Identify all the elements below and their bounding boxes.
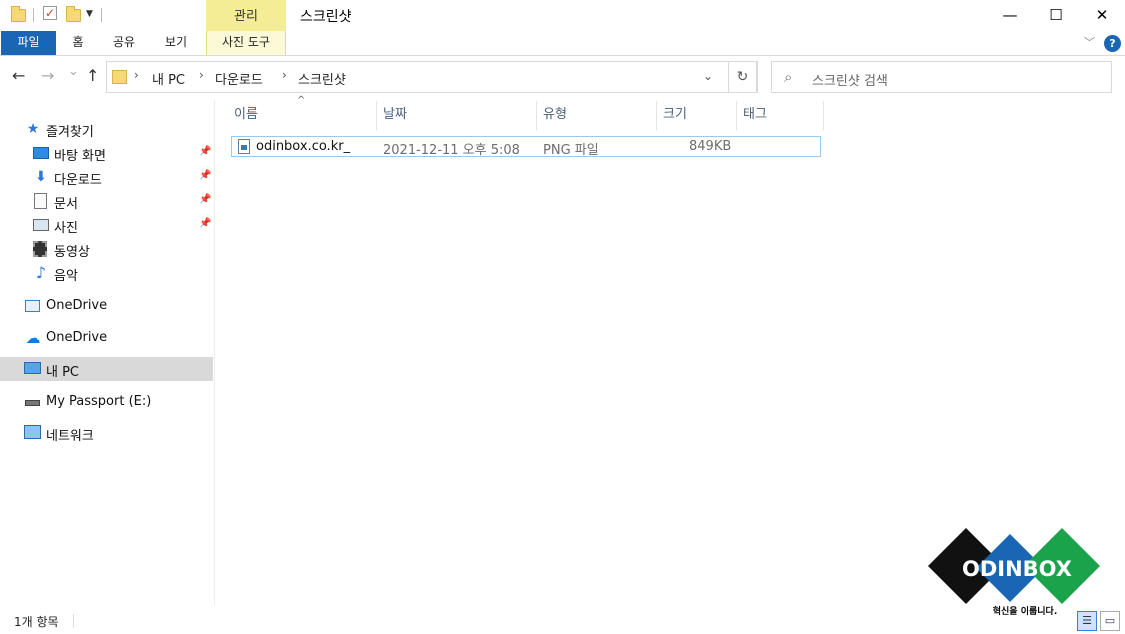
- sidebar-item-downloads[interactable]: ⬇ 다운로드 📌: [0, 165, 213, 189]
- up-icon[interactable]: ↑: [86, 66, 99, 85]
- tab-home[interactable]: 홈: [64, 31, 92, 55]
- sidebar-item-videos[interactable]: 동영상: [0, 237, 213, 261]
- ribbon-tabs: 파일 홈 공유 보기 사진 도구 ﹀ ?: [0, 31, 1125, 56]
- new-folder-icon[interactable]: [66, 6, 81, 22]
- address-bar[interactable]: › 내 PC › 다운로드 › 스크린샷 ⌄: [106, 61, 758, 93]
- sidebar-item-label: OneDrive: [46, 330, 108, 345]
- ribbon-expand-icon[interactable]: ﹀: [1084, 34, 1095, 50]
- video-icon: [33, 241, 47, 257]
- column-header-name[interactable]: 이름: [228, 101, 377, 130]
- details-view-icon[interactable]: ☰: [1077, 611, 1097, 631]
- network-icon: [24, 425, 41, 439]
- pin-icon[interactable]: 📌: [199, 194, 211, 205]
- onedrive-icon: [25, 300, 40, 312]
- sidebar-item-label: 음악: [54, 269, 78, 284]
- help-icon[interactable]: ?: [1104, 35, 1121, 52]
- sidebar-item-desktop[interactable]: 바탕 화면 📌: [0, 141, 213, 165]
- search-icon: ⌕: [784, 68, 793, 86]
- file-name: odinbox.co.kr_: [256, 139, 351, 154]
- window-title: 스크린샷: [300, 9, 352, 25]
- file-date: 2021-12-11 오후 5:08: [383, 143, 520, 158]
- logo-brand-text: ODINBOX: [962, 557, 1072, 581]
- chevron-down-icon[interactable]: ⌄: [703, 69, 713, 83]
- document-icon: [34, 193, 47, 209]
- sidebar-item-label: 바탕 화면: [54, 149, 106, 164]
- sidebar-item-quick-access[interactable]: ★ 즐겨찾기: [0, 117, 213, 141]
- folder-icon[interactable]: [11, 6, 26, 22]
- title-bar: ✓ ▼ 관리 스크린샷 — ☐ ✕: [0, 0, 1125, 32]
- chevron-right-icon[interactable]: ›: [134, 68, 139, 82]
- sidebar-item-label: OneDrive: [46, 298, 108, 313]
- image-file-icon: [238, 139, 250, 154]
- search-box[interactable]: ⌕ 스크린샷 검색: [771, 61, 1112, 93]
- breadcrumb-screenshots[interactable]: 스크린샷: [298, 69, 346, 88]
- sidebar-item-this-pc[interactable]: 내 PC: [0, 357, 213, 381]
- desktop-icon: [33, 147, 49, 159]
- cloud-icon: ☁: [25, 329, 41, 347]
- logo-tagline-text: 혁신을 이룹니다.: [993, 605, 1058, 617]
- column-header-type[interactable]: 유형: [537, 101, 657, 130]
- customize-toolbar-icon[interactable]: ▼: [86, 9, 93, 19]
- pin-icon[interactable]: 📌: [199, 218, 211, 229]
- picture-icon: [33, 219, 49, 231]
- sidebar-item-label: 즐겨찾기: [46, 125, 94, 140]
- chevron-right-icon[interactable]: ›: [199, 68, 204, 82]
- sidebar-item-onedrive-personal[interactable]: OneDrive: [0, 294, 213, 318]
- sidebar-item-label: 내 PC: [46, 365, 80, 380]
- tab-picture-tools[interactable]: 사진 도구: [206, 31, 286, 55]
- tab-view[interactable]: 보기: [158, 31, 194, 55]
- sidebar-item-label: 네트워크: [46, 429, 94, 444]
- recent-locations-icon[interactable]: ⌄: [68, 64, 79, 79]
- chevron-right-icon[interactable]: ›: [282, 68, 287, 82]
- file-row[interactable]: odinbox.co.kr_ 2021-12-11 오후 5:08 PNG 파일…: [231, 136, 821, 158]
- sidebar-item-label: 사진: [54, 221, 78, 236]
- sidebar-item-documents[interactable]: 문서 📌: [0, 189, 213, 213]
- file-type: PNG 파일: [543, 143, 599, 158]
- minimize-button[interactable]: —: [987, 0, 1033, 32]
- tab-file[interactable]: 파일: [1, 31, 56, 55]
- breadcrumb-downloads[interactable]: 다운로드: [215, 69, 263, 88]
- sidebar-item-my-passport[interactable]: My Passport (E:): [0, 390, 213, 414]
- maximize-button[interactable]: ☐: [1033, 0, 1079, 32]
- star-icon: ★: [26, 121, 40, 137]
- odinbox-logo: ODINBOX 혁신을 이룹니다.: [928, 528, 1100, 617]
- tab-share[interactable]: 공유: [106, 31, 142, 55]
- forward-icon[interactable]: →: [41, 66, 54, 85]
- column-header-size[interactable]: 크기: [657, 101, 737, 130]
- sidebar-item-onedrive[interactable]: ☁ OneDrive: [0, 326, 213, 350]
- column-header-tags[interactable]: 태그: [737, 101, 824, 130]
- refresh-button[interactable]: ↻: [728, 61, 757, 93]
- sidebar-item-pictures[interactable]: 사진 📌: [0, 213, 213, 237]
- sidebar-item-label: 다운로드: [54, 173, 102, 188]
- column-header-date[interactable]: 날짜: [377, 101, 537, 130]
- music-icon: ♪: [35, 263, 47, 282]
- search-input[interactable]: 스크린샷 검색: [812, 70, 888, 89]
- sidebar-item-network[interactable]: 네트워크: [0, 421, 213, 445]
- manage-tab-header[interactable]: 관리: [206, 0, 286, 31]
- pin-icon[interactable]: 📌: [199, 146, 211, 157]
- back-icon[interactable]: ←: [12, 66, 25, 85]
- sidebar-item-label: 문서: [54, 197, 78, 212]
- sidebar-item-label: 동영상: [54, 245, 90, 260]
- properties-icon[interactable]: ✓: [43, 6, 57, 20]
- computer-icon: [24, 362, 41, 374]
- sidebar-item-label: My Passport (E:): [46, 394, 152, 409]
- file-size: 849KB: [689, 139, 732, 154]
- navigation-pane: ★ 즐겨찾기 바탕 화면 📌 ⬇ 다운로드 📌 문서 📌 사진 📌 동영상 ♪ …: [0, 100, 215, 605]
- sidebar-item-music[interactable]: ♪ 음악: [0, 261, 213, 285]
- download-icon: ⬇: [35, 169, 47, 185]
- breadcrumb-this-pc[interactable]: 내 PC: [152, 69, 185, 88]
- close-button[interactable]: ✕: [1079, 0, 1125, 32]
- pin-icon[interactable]: 📌: [199, 170, 211, 181]
- status-item-count: 1개 항목: [14, 615, 59, 629]
- large-icons-view-icon[interactable]: ▭: [1100, 611, 1120, 631]
- folder-icon: [112, 70, 127, 84]
- divider: [33, 8, 34, 22]
- drive-icon: [25, 400, 40, 406]
- divider: [101, 8, 102, 22]
- divider: [73, 614, 74, 628]
